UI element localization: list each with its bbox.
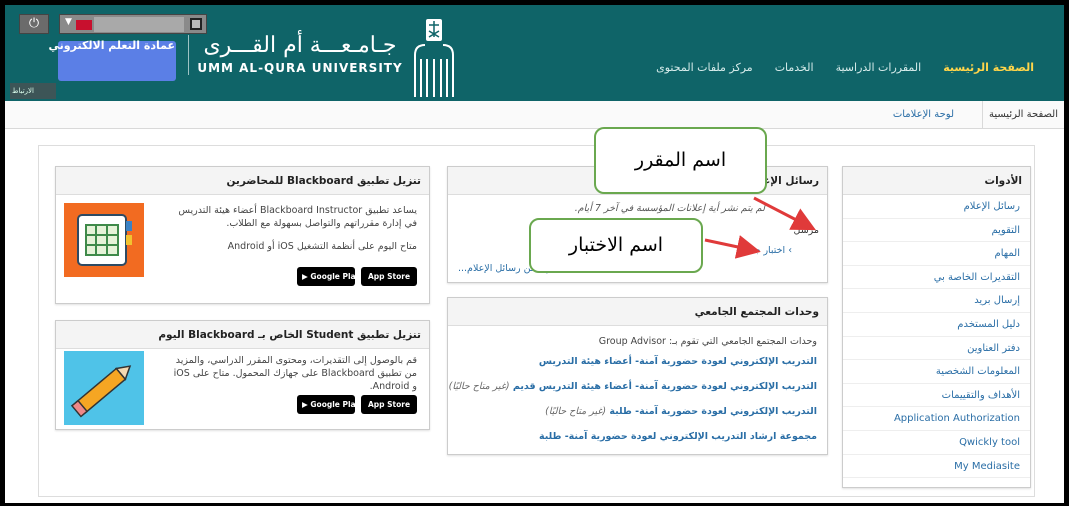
arrow-to-test <box>704 235 761 259</box>
arrow-to-sender <box>753 196 816 231</box>
test-name-callout: اسم الاختبار <box>529 218 703 273</box>
course-name-callout: اسم المقرر <box>594 127 767 194</box>
